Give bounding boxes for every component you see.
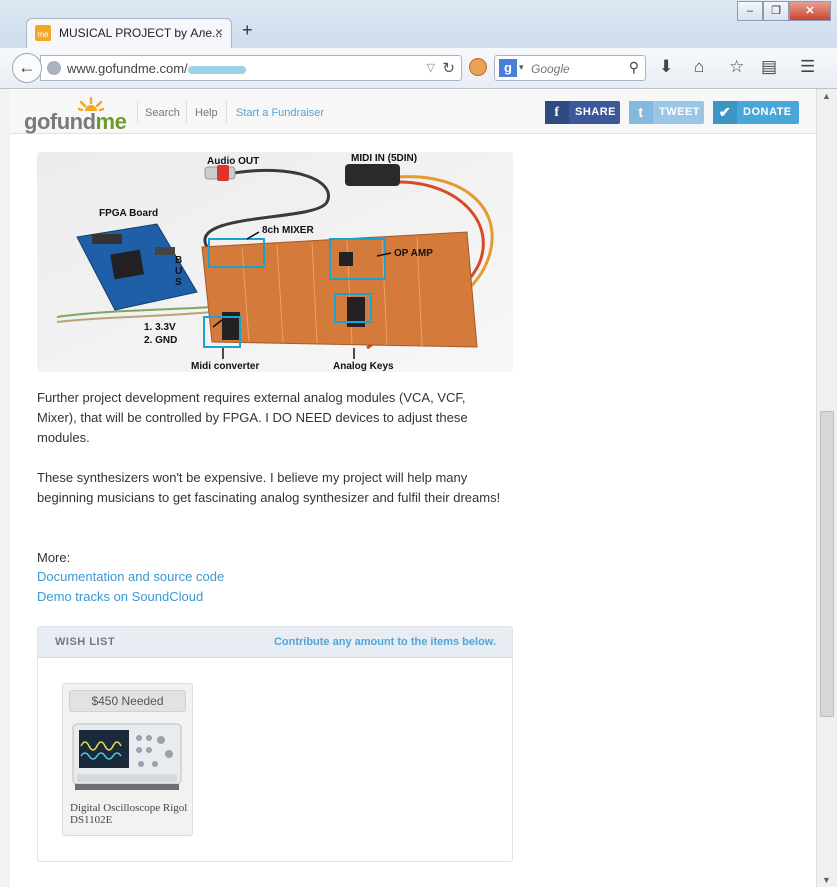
globe-icon [47, 61, 61, 75]
bookmarks-menu-icon[interactable]: ▤ [761, 57, 777, 77]
facebook-icon: f [545, 101, 569, 124]
web-page: gofundme Search Help Start a Fundraiser … [10, 89, 816, 887]
url-text: www.gofundme.com/ [67, 61, 246, 76]
bookmark-star-icon[interactable]: ☆ [729, 57, 744, 77]
label-bus-u: U [175, 266, 182, 277]
svg-text:me: me [37, 30, 49, 39]
tweet-button[interactable]: t TWEET [629, 101, 704, 124]
reload-icon[interactable]: ↻ [442, 59, 455, 77]
label-midi-converter: Midi converter [191, 361, 259, 372]
label-bus-b: B [175, 255, 182, 266]
nav-help-link[interactable]: Help [195, 107, 218, 119]
tab-title: MUSICAL PROJECT by Але... [59, 26, 223, 40]
wish-item-name: Digital Oscilloscope Rigol DS1102E [70, 802, 188, 826]
search-placeholder: Google [531, 62, 570, 76]
amount-needed-badge: $450 Needed [69, 690, 186, 712]
label-audio-out: Audio OUT [207, 156, 259, 167]
label-analog-keys: Analog Keys [333, 361, 394, 372]
nav-search-link[interactable]: Search [145, 107, 180, 119]
search-box[interactable]: g ▾ Google ⚲ [494, 55, 646, 81]
contribute-link[interactable]: Contribute any amount to the items below… [274, 636, 496, 648]
maximize-button[interactable]: ❐ [763, 1, 789, 21]
divider [226, 101, 227, 123]
wish-list-title: WISH LIST [55, 636, 116, 648]
menu-icon[interactable]: ☰ [800, 57, 815, 77]
label-mixer: 8ch MIXER [262, 225, 314, 236]
project-photo: Audio OUT MIDI IN (5DIN) FPGA Board 8ch … [37, 152, 513, 372]
scroll-down-icon[interactable]: ▼ [822, 875, 831, 885]
minimize-button[interactable]: – [737, 1, 763, 21]
addon-icon[interactable] [469, 58, 487, 76]
tab-close-icon[interactable]: × [215, 24, 223, 40]
label-opamp: OP AMP [394, 248, 433, 259]
new-tab-button[interactable]: + [242, 20, 253, 41]
blurred-url-part [187, 65, 246, 74]
engine-dropdown-icon[interactable]: ▾ [519, 62, 524, 73]
documentation-link[interactable]: Documentation and source code [37, 569, 224, 584]
tab-active[interactable]: me MUSICAL PROJECT by Але... × [26, 18, 232, 48]
label-power-3v3: 1. 3.3V [144, 322, 176, 333]
nav-start-fundraiser-link[interactable]: Start a Fundraiser [236, 107, 324, 119]
scroll-thumb[interactable] [820, 411, 834, 717]
divider [186, 101, 187, 123]
wish-item[interactable]: $450 Needed Digital Oscilloscope Rigol D… [62, 683, 193, 836]
label-midi-in: MIDI IN (5DIN) [351, 153, 417, 164]
site-header: gofundme Search Help Start a Fundraiser … [10, 89, 816, 134]
logo-text: gofundme [24, 109, 127, 134]
back-button[interactable]: ← [12, 53, 42, 83]
twitter-icon: t [629, 101, 653, 124]
divider [137, 101, 138, 123]
wish-list-panel: WISH LIST Contribute any amount to the i… [37, 626, 513, 862]
more-label: More: [37, 550, 71, 565]
gofundme-favicon-icon: me [35, 25, 51, 41]
oscilloscope-image [71, 718, 184, 796]
label-bus-s: S [175, 277, 182, 288]
label-power-gnd: 2. GND [144, 335, 177, 346]
scroll-up-icon[interactable]: ▲ [822, 91, 831, 101]
url-dropdown-icon[interactable]: ▽ [427, 61, 435, 74]
donate-button[interactable]: ✔ DONATE [713, 101, 799, 124]
magnifier-icon[interactable]: ⚲ [629, 59, 639, 76]
paragraph-synthesizers: These synthesizers won't be expensive. I… [37, 470, 501, 505]
soundcloud-link[interactable]: Demo tracks on SoundCloud [37, 589, 203, 604]
url-bar[interactable]: www.gofundme.com/ ▽ ↻ [40, 55, 462, 81]
google-icon: g [499, 59, 517, 77]
share-button[interactable]: f SHARE [545, 101, 620, 124]
navigation-toolbar: www.gofundme.com/ ▽ ↻ ← g ▾ Google ⚲ ⬇ ⌂… [0, 48, 837, 89]
label-fpga: FPGA Board [99, 208, 158, 219]
close-window-button[interactable]: ✕ [789, 1, 831, 21]
paragraph-development: Further project development requires ext… [37, 390, 468, 445]
home-icon[interactable]: ⌂ [694, 57, 704, 77]
downloads-icon[interactable]: ⬇ [659, 57, 673, 77]
title-bar: me MUSICAL PROJECT by Але... × + – ❐ ✕ [0, 0, 837, 48]
wish-list-header: WISH LIST Contribute any amount to the i… [38, 627, 512, 658]
vertical-scrollbar[interactable]: ▲ ▼ [816, 89, 837, 887]
checkmark-icon: ✔ [713, 101, 737, 124]
